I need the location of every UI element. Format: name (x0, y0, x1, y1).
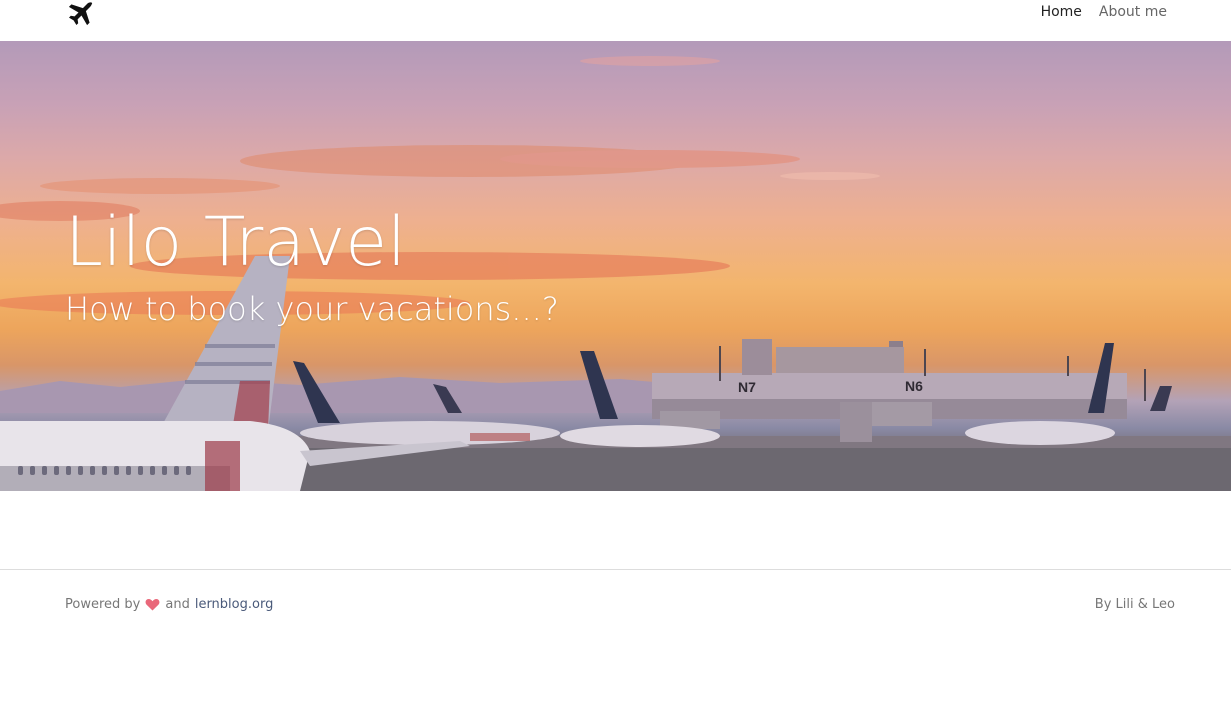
gate-sign-n7: N7 (738, 379, 756, 395)
lernblog-link[interactable]: lernblog.org (195, 597, 274, 612)
and-text: and (165, 597, 190, 612)
brand-logo-link[interactable] (66, 0, 94, 28)
airplane-icon (68, 2, 93, 26)
nav-link-home[interactable]: Home (1041, 4, 1082, 20)
powered-by-text: Powered by (65, 597, 141, 612)
heart-icon (145, 599, 160, 611)
footer: Powered by and lernblog.org By Lili & Le… (0, 569, 1231, 719)
gate-sign-n6: N6 (905, 378, 923, 394)
hero-subtitle: How to book your vacations...? (65, 290, 559, 328)
nav-menu: Home About me (1041, 4, 1167, 20)
top-navbar: Home About me (0, 0, 1231, 41)
hero-banner: N7 N6 Lilo Travel How to book your vacat… (0, 41, 1231, 491)
hero-title: Lilo Travel (65, 203, 407, 282)
footer-credits: By Lili & Leo (1094, 597, 1175, 612)
footer-powered-by: Powered by and lernblog.org (65, 597, 273, 612)
nav-link-about-me[interactable]: About me (1099, 4, 1167, 20)
